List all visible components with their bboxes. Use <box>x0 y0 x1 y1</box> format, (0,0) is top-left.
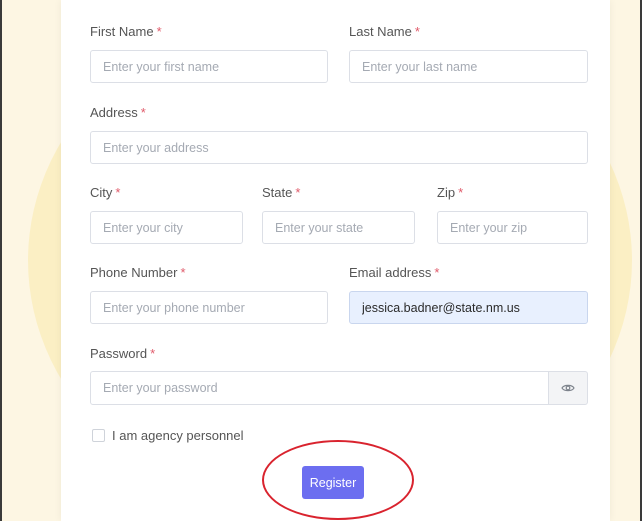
register-button[interactable]: Register <box>302 466 364 499</box>
city-label-text: City <box>90 185 113 200</box>
password-input[interactable] <box>90 371 549 405</box>
state-label-text: State <box>262 185 293 200</box>
eye-icon <box>561 384 575 392</box>
required-marker: * <box>180 265 186 280</box>
agency-checkbox-row[interactable]: I am agency personnel <box>92 428 244 443</box>
password-label-text: Password <box>90 346 148 361</box>
email-label: Email address * <box>349 265 439 280</box>
password-field-group <box>90 371 588 405</box>
zip-label: Zip * <box>437 185 463 200</box>
first-name-input[interactable] <box>90 50 328 83</box>
state-input[interactable] <box>262 211 415 244</box>
first-name-label: First Name * <box>90 24 162 39</box>
last-name-label: Last Name * <box>349 24 420 39</box>
email-label-text: Email address <box>349 265 432 280</box>
last-name-input[interactable] <box>349 50 588 83</box>
registration-form-card: First Name* Last Name* Address* City* St… <box>61 0 610 521</box>
zip-label-text: Zip <box>437 185 456 200</box>
state-label: State * <box>262 185 300 200</box>
last-name-label-text: Last Name <box>349 24 412 39</box>
password-label: Password * <box>90 346 155 361</box>
address-label: Address * <box>90 105 146 120</box>
agency-checkbox-label[interactable]: I am agency personnel <box>112 428 244 443</box>
phone-input[interactable] <box>90 291 328 324</box>
phone-label-text: Phone Number <box>90 265 178 280</box>
city-label: City * <box>90 185 120 200</box>
phone-label: Phone Number * <box>90 265 186 280</box>
address-input[interactable] <box>90 131 588 164</box>
first-name-label-text: First Name <box>90 24 154 39</box>
zip-input[interactable] <box>437 211 588 244</box>
required-marker: * <box>295 185 301 200</box>
city-input[interactable] <box>90 211 243 244</box>
required-marker: * <box>140 105 146 120</box>
required-marker: * <box>115 185 121 200</box>
frame-border-left <box>0 0 2 521</box>
required-marker: * <box>434 265 440 280</box>
required-marker: * <box>150 346 156 361</box>
email-input[interactable] <box>349 291 588 324</box>
agency-checkbox[interactable] <box>92 429 105 442</box>
required-marker: * <box>414 24 420 39</box>
required-marker: * <box>156 24 162 39</box>
password-visibility-toggle[interactable] <box>548 371 588 405</box>
required-marker: * <box>458 185 464 200</box>
address-label-text: Address <box>90 105 138 120</box>
